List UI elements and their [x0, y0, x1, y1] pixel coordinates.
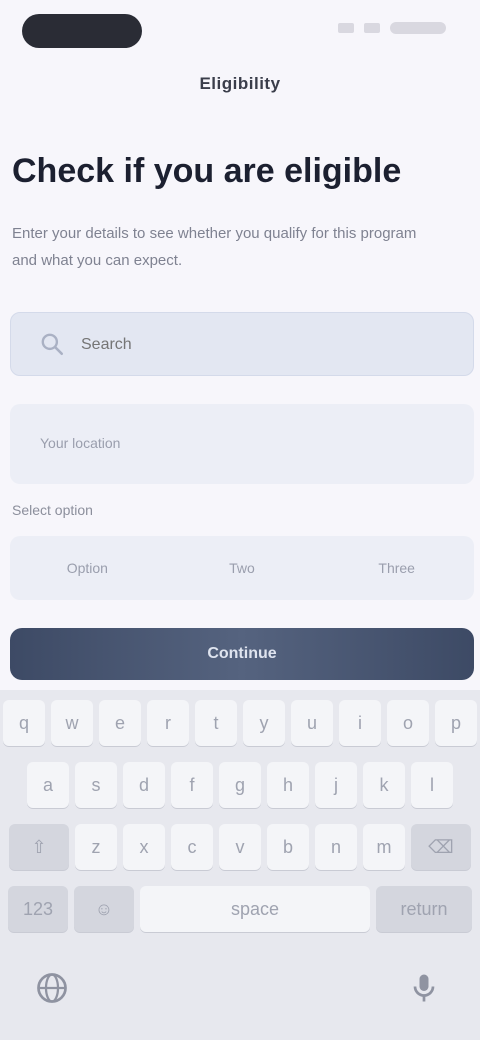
key-d[interactable]: d: [123, 762, 165, 808]
key-z[interactable]: z: [75, 824, 117, 870]
key-o[interactable]: o: [387, 700, 429, 746]
battery-icon: [390, 22, 446, 34]
page-title: Check if you are eligible: [12, 152, 402, 190]
key-m[interactable]: m: [363, 824, 405, 870]
key-a[interactable]: a: [27, 762, 69, 808]
signal-icon: [338, 23, 354, 33]
top-nav: Eligibility: [0, 60, 480, 112]
key-i[interactable]: i: [339, 700, 381, 746]
key-n[interactable]: n: [315, 824, 357, 870]
segmented-control: Option Two Three: [10, 536, 474, 600]
numbers-key[interactable]: 123: [8, 886, 68, 932]
page-description: Enter your details to see whether you qu…: [12, 225, 417, 269]
delete-key[interactable]: ⌫: [411, 824, 471, 870]
key-l[interactable]: l: [411, 762, 453, 808]
emoji-key[interactable]: ☺: [74, 886, 134, 932]
key-p[interactable]: p: [435, 700, 477, 746]
keyboard-row-3: ⇧ z x c v b n m ⌫: [0, 824, 480, 870]
continue-button[interactable]: Continue: [10, 628, 474, 680]
return-key[interactable]: return: [376, 886, 472, 932]
keyboard-bottom-bar: [0, 940, 480, 1040]
key-c[interactable]: c: [171, 824, 213, 870]
segment-option-2[interactable]: Two: [165, 536, 320, 600]
key-b[interactable]: b: [267, 824, 309, 870]
key-g[interactable]: g: [219, 762, 261, 808]
search-icon: [41, 333, 64, 356]
space-key[interactable]: space: [140, 886, 370, 932]
key-u[interactable]: u: [291, 700, 333, 746]
keyboard-row-2: a s d f g h j k l: [0, 762, 480, 808]
globe-icon[interactable]: [34, 970, 70, 1006]
key-x[interactable]: x: [123, 824, 165, 870]
microphone-icon[interactable]: [406, 970, 442, 1006]
shift-key[interactable]: ⇧: [9, 824, 69, 870]
segment-option-3[interactable]: Three: [319, 536, 474, 600]
key-e[interactable]: e: [99, 700, 141, 746]
key-h[interactable]: h: [267, 762, 309, 808]
key-k[interactable]: k: [363, 762, 405, 808]
key-w[interactable]: w: [51, 700, 93, 746]
location-card-label: Your location: [40, 435, 121, 451]
location-card[interactable]: Your location: [10, 404, 474, 484]
key-v[interactable]: v: [219, 824, 261, 870]
search-input[interactable]: [79, 323, 463, 367]
status-indicators: [338, 22, 446, 34]
key-j[interactable]: j: [315, 762, 357, 808]
keyboard-row-1: q w e r t y u i o p: [0, 700, 480, 746]
key-y[interactable]: y: [243, 700, 285, 746]
segment-option-1[interactable]: Option: [10, 536, 165, 600]
nav-title: Eligibility: [199, 74, 281, 93]
key-s[interactable]: s: [75, 762, 117, 808]
on-screen-keyboard: q w e r t y u i o p a s d f g h j k l ⇧ …: [0, 690, 480, 1040]
search-box[interactable]: [10, 312, 474, 376]
section-label: Select option: [12, 502, 93, 518]
dynamic-island: [22, 14, 142, 48]
keyboard-row-4: 123 ☺ space return: [0, 886, 480, 932]
key-t[interactable]: t: [195, 700, 237, 746]
key-q[interactable]: q: [3, 700, 45, 746]
status-bar: [0, 0, 480, 64]
key-r[interactable]: r: [147, 700, 189, 746]
key-f[interactable]: f: [171, 762, 213, 808]
wifi-icon: [364, 23, 380, 33]
